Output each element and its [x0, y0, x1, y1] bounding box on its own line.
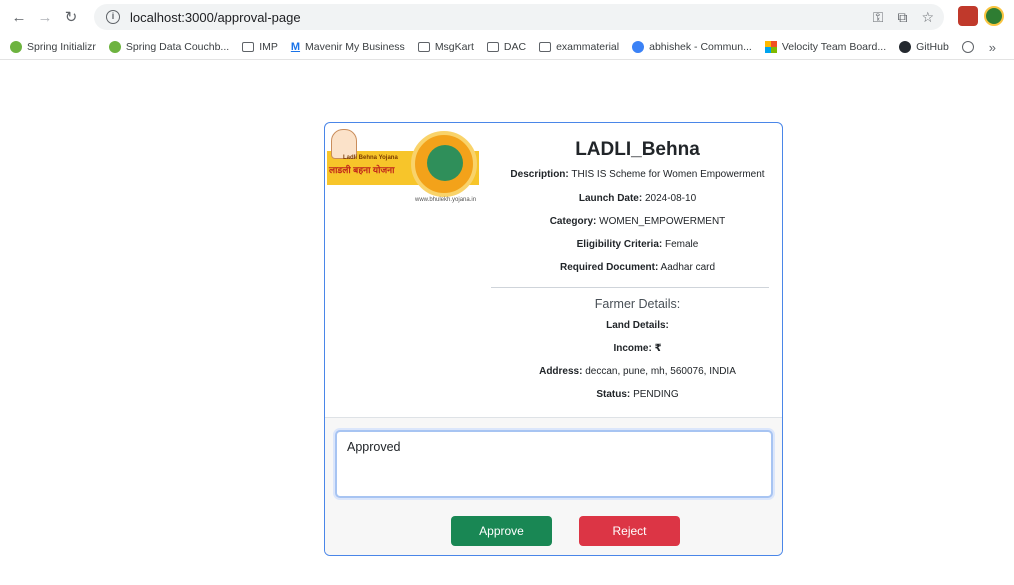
launch-date-row: Launch Date: 2024-08-10	[578, 193, 697, 204]
folder-icon	[242, 41, 255, 52]
bookmarks-more-button[interactable]: »	[989, 40, 996, 55]
password-key-icon[interactable]: ⚿	[873, 9, 884, 26]
install-app-icon[interactable]: ⧉	[897, 9, 907, 26]
card-footer: Approved Approve Reject	[325, 417, 782, 555]
folder-icon	[539, 41, 552, 52]
bookmark-item[interactable]: abhishek - Commun...	[632, 40, 752, 53]
bookmark-folder[interactable]: MsgKart	[417, 41, 474, 53]
bookmark-item[interactable]	[961, 40, 979, 53]
bookmarks-bar: Spring Initializr Spring Data Couchb... …	[0, 34, 1014, 60]
mavenir-icon: M	[290, 40, 301, 53]
bookmark-folder[interactable]: IMP	[242, 41, 278, 53]
approve-button[interactable]: Approve	[451, 516, 552, 546]
bookmark-item[interactable]: GitHub	[899, 40, 949, 53]
reject-button[interactable]: Reject	[579, 516, 680, 546]
land-details-row: Land Details:	[606, 320, 669, 331]
status-row: Status: PENDING	[596, 389, 679, 400]
category-row: Category: WOMEN_EMPOWERMENT	[549, 216, 726, 227]
scheme-logo-inner	[427, 145, 463, 181]
section-divider	[491, 287, 769, 288]
status-badge: PENDING	[633, 389, 679, 400]
bookmark-folder[interactable]: DAC	[486, 41, 526, 53]
url-text[interactable]: localhost:3000/approval-page	[130, 10, 301, 25]
bookmark-star-icon[interactable]: ☆	[921, 9, 934, 26]
address-row: Address: deccan, pune, mh, 560076, INDIA	[539, 366, 736, 377]
approval-card: Ladli Behna Yojana लाडली बहना योजना www.…	[324, 122, 783, 556]
velocity-icon	[764, 40, 777, 53]
description-row: Description: THIS IS Scheme for Women Em…	[510, 169, 765, 180]
github-icon	[899, 40, 912, 53]
back-icon[interactable]: ←	[6, 4, 32, 30]
spring-icon	[10, 40, 22, 53]
community-icon	[632, 40, 645, 53]
required-document-row: Required Document: Aadhar card	[559, 262, 716, 273]
banner-site-text: www.bhulekh.yojana.in	[415, 197, 477, 203]
extension-icon[interactable]	[958, 6, 978, 26]
banner-yojana-text: Ladli Behna Yojana	[343, 155, 398, 161]
profile-avatar[interactable]	[984, 6, 1004, 26]
farmer-details-heading: Farmer Details:	[594, 297, 681, 311]
globe-icon	[961, 40, 974, 53]
bookmark-item[interactable]: Spring Data Couchb...	[108, 40, 229, 53]
bookmark-item[interactable]: M Mavenir My Business	[291, 41, 405, 53]
banner-hindi-text: लाडली बहना योजना	[329, 165, 395, 175]
income-row: Income: ₹	[613, 343, 662, 354]
scheme-banner-image: Ladli Behna Yojana लाडली बहना योजना www.…	[327, 125, 479, 209]
address-bar[interactable]: i localhost:3000/approval-page ⚿ ⧉ ☆	[94, 4, 944, 30]
forward-icon[interactable]: →	[32, 4, 58, 30]
scheme-title: LADLI_Behna	[575, 139, 700, 160]
bookmark-item[interactable]: Spring Initializr	[10, 40, 96, 53]
eligibility-row: Eligibility Criteria: Female	[576, 239, 699, 250]
bookmark-item[interactable]: Velocity Team Board...	[764, 40, 886, 53]
folder-icon	[486, 41, 499, 52]
comment-textarea[interactable]: Approved	[335, 430, 773, 498]
spring-icon	[108, 40, 121, 53]
folder-icon	[417, 41, 430, 52]
bookmark-folder[interactable]: exammaterial	[539, 41, 619, 53]
reload-icon[interactable]: ↻	[58, 4, 84, 30]
browser-toolbar: ← → ↻ i localhost:3000/approval-page ⚿ ⧉…	[0, 0, 1014, 34]
site-info-icon[interactable]: i	[106, 10, 120, 24]
